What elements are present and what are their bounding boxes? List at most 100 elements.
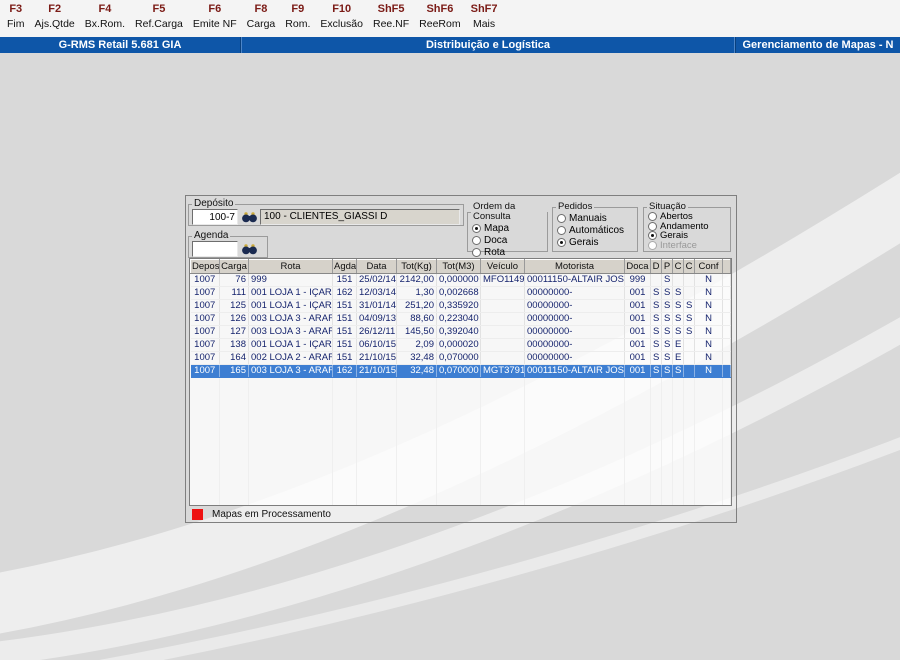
grid-cell	[332, 429, 357, 443]
grid-cell	[356, 455, 397, 469]
toolbar-item-fim[interactable]: F3 Fim	[5, 3, 27, 31]
mapas-panel: Depósito 100 - CLIENTES_GIASSI D Agenda	[185, 195, 737, 523]
toolbar-item-key: F8	[254, 3, 268, 15]
grid-cell: S	[661, 299, 673, 313]
grid-cell: 001	[624, 286, 651, 300]
processing-legend: Mapas em Processamento	[192, 509, 331, 520]
grid-cell	[661, 429, 673, 443]
grid-empty-row	[190, 468, 731, 482]
deposito-search-button[interactable]	[240, 210, 258, 225]
grid-row[interactable]: 1007 76 999 151 25/02/14 2142,00 0,000000 MFO11…	[190, 273, 731, 287]
grid-cell	[219, 455, 249, 469]
radio-option-mapa[interactable]: Mapa	[472, 222, 543, 234]
grid-cell: S	[661, 273, 673, 287]
toolbar-item-emite-nf[interactable]: F6 Emite NF	[191, 3, 239, 31]
grid-cell	[436, 416, 481, 430]
grid-cell	[480, 481, 525, 495]
column-header-d[interactable]: D	[650, 259, 662, 274]
grid-cell: 32,48	[396, 364, 437, 378]
deposito-code-input[interactable]	[192, 209, 238, 225]
column-header-doca[interactable]: Doca	[624, 259, 651, 274]
radio-option-manuais[interactable]: Manuais	[557, 212, 633, 224]
grid-row[interactable]: 1007 126 003 LOJA 3 - ARAR/151 04/09/13 88,6…	[190, 312, 731, 326]
grid-cell	[722, 494, 731, 505]
grid-cell	[672, 442, 684, 456]
grid-cell	[524, 403, 625, 417]
column-header-tot-m3[interactable]: Tot(M3)	[436, 259, 481, 274]
column-header-data[interactable]: Data	[356, 259, 397, 274]
grid-cell-filler	[722, 312, 731, 326]
grid-cell	[524, 455, 625, 469]
grid-cell	[396, 494, 437, 505]
agenda-search-button[interactable]	[240, 242, 258, 257]
grid-cell	[624, 494, 651, 505]
radio-option-rota[interactable]: Rota	[472, 246, 543, 258]
toolbar-item-reerom[interactable]: ShF6 ReeRom	[417, 3, 462, 31]
grid-row[interactable]: 1007 164 002 LOJA 2 - ARAR/151 21/10/15 32,4…	[190, 351, 731, 365]
column-header-carga[interactable]: Carga	[219, 259, 249, 274]
column-header-depos[interactable]: Depos	[190, 259, 220, 274]
grid-cell	[650, 442, 662, 456]
grid-cell	[722, 429, 731, 443]
toolbar-item-ree-nf[interactable]: ShF5 Ree.NF	[371, 3, 411, 31]
grid-cell-filler	[722, 338, 731, 352]
toolbar-item-exclusao[interactable]: F10 Exclusão	[318, 3, 365, 31]
grid-cell	[436, 377, 481, 391]
column-header-agda[interactable]: Agda	[332, 259, 357, 274]
toolbar-item-key: F9	[291, 3, 305, 15]
grid-row[interactable]: 1007 127 003 LOJA 3 - ARAR/151 26/12/11 145,…	[190, 325, 731, 339]
toolbar-item-carga[interactable]: F8 Carga	[245, 3, 278, 31]
grid-cell	[219, 481, 249, 495]
column-header-tot-kg[interactable]: Tot(Kg)	[396, 259, 437, 274]
radio-option-label: Interface	[660, 239, 697, 251]
grid-cell-filler	[722, 273, 731, 287]
column-header-veiculo[interactable]: Veículo	[480, 259, 525, 274]
grid-cell	[722, 377, 731, 391]
toolbar-item-ref-carga[interactable]: F5 Ref.Carga	[133, 3, 185, 31]
grid-cell	[248, 468, 333, 482]
column-header-p[interactable]: P	[661, 259, 673, 274]
grid-cell: 162	[332, 286, 357, 300]
grid-cell	[661, 403, 673, 417]
radio-option-automaticos[interactable]: Automáticos	[557, 224, 633, 236]
column-header-c[interactable]: C	[672, 259, 684, 274]
toolbar-item-mais[interactable]: ShF7 Mais	[469, 3, 500, 31]
grid-cell	[650, 455, 662, 469]
grid-cell	[661, 442, 673, 456]
grid-cell	[683, 442, 695, 456]
column-header-motorista[interactable]: Motorista	[524, 259, 625, 274]
column-header-c[interactable]: C	[683, 259, 695, 274]
grid-cell	[650, 377, 662, 391]
grid-cell: S	[650, 325, 662, 339]
grid-row[interactable]: 1007 125 001 LOJA 1 - IÇARA 151 31/01/14 251,…	[190, 299, 731, 313]
grid-cell: N	[694, 364, 723, 378]
column-header-rota[interactable]: Rota	[248, 259, 333, 274]
grid-cell	[722, 390, 731, 404]
radio-option-gerais[interactable]: Gerais	[557, 236, 633, 248]
column-header-conf[interactable]: Conf	[694, 259, 723, 274]
grid-cell: N	[694, 338, 723, 352]
toolbar-item-key: F6	[208, 3, 222, 15]
radio-option-doca[interactable]: Doca	[472, 234, 543, 246]
grid-cell	[356, 390, 397, 404]
grid-cell: 003 LOJA 3 - ARAR/	[248, 325, 333, 339]
toolbar-item-bx-rom[interactable]: F4 Bx.Rom.	[83, 3, 127, 31]
grid-cell-filler	[722, 364, 731, 378]
grid-cell	[624, 403, 651, 417]
grid-cell	[436, 494, 481, 505]
application-window: F3 Fim F2 Ajs.Qtde F4 Bx.Rom. F5 Ref.Carga F6 Emi…	[0, 0, 900, 660]
grid-cell	[722, 481, 731, 495]
deposito-field-row: 100 - CLIENTES_GIASSI D	[189, 209, 463, 227]
agenda-input[interactable]	[192, 241, 238, 257]
grid-cell: N	[694, 286, 723, 300]
grid-cell	[356, 416, 397, 430]
grid-row[interactable]: 1007 165 003 LOJA 3 - ARAR/162 21/10/15 32,4…	[190, 364, 731, 378]
grid-row[interactable]: 1007 138 001 LOJA 1 - IÇARA 151 06/10/15 2,09…	[190, 338, 731, 352]
grid-cell	[683, 286, 695, 300]
legend-label: Mapas em Processamento	[212, 509, 331, 520]
toolbar-item-ajs-qtde[interactable]: F2 Ajs.Qtde	[33, 3, 77, 31]
grid-cell	[650, 481, 662, 495]
toolbar-item-rom[interactable]: F9 Rom.	[283, 3, 312, 31]
grid-cell	[332, 494, 357, 505]
grid-row[interactable]: 1007 111 001 LOJA 1 - IÇARA 162 12/03/14 1,30…	[190, 286, 731, 300]
